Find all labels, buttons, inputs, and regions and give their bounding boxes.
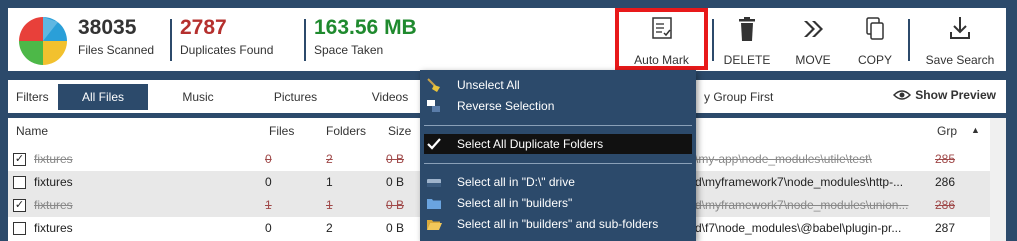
space-taken-stat: 163.56 MB Space Taken — [314, 16, 417, 57]
menu-item-unselect-all[interactable]: Unselect All — [420, 75, 696, 95]
double-chevron-right-icon — [804, 21, 823, 37]
menu-separator — [424, 163, 692, 164]
row-size: 0 B — [386, 198, 405, 212]
menu-item-label: Select all in "D:\" drive — [457, 175, 575, 189]
menu-item-label: Select all in "builders" — [457, 196, 573, 210]
tab-pictures[interactable]: Pictures — [253, 84, 338, 110]
row-checkbox[interactable]: ✓ — [13, 153, 26, 166]
column-header-grp[interactable]: Grp — [937, 124, 957, 138]
row-checkbox[interactable] — [13, 222, 26, 235]
copy-button[interactable]: COPY — [850, 10, 900, 70]
trash-icon — [739, 17, 755, 41]
reverse-selection-icon — [427, 100, 440, 112]
menu-separator — [424, 125, 692, 126]
row-grp: 287 — [935, 221, 956, 235]
copy-label: COPY — [857, 53, 892, 67]
copy-icon — [866, 17, 884, 40]
menu-item-select-all-in-folder-and-subfolders[interactable]: Select all in "builders" and sub-folders — [420, 214, 696, 234]
tab-videos[interactable]: Videos — [358, 84, 422, 110]
row-size: 0 B — [386, 152, 405, 166]
row-grp: 286 — [935, 198, 956, 212]
stats-toolbar: 38035 Files Scanned 2787 Duplicates Foun… — [8, 8, 1006, 71]
row-path: d\f7\node_modules\@babel\plugin-pr... — [695, 221, 902, 235]
row-path: d\myframework7\node_modules\http-... — [695, 175, 904, 189]
menu-item-select-all-duplicate-folders[interactable]: Select All Duplicate Folders — [424, 134, 692, 154]
row-name: fixtures — [34, 198, 73, 212]
menu-item-label: Select all in "builders" and sub-folders — [457, 217, 659, 231]
open-folder-icon — [427, 220, 442, 230]
broom-icon — [427, 78, 440, 92]
menu-item-label: Select All Duplicate Folders — [457, 137, 604, 151]
checklist-icon — [651, 17, 672, 39]
column-header-size[interactable]: Size — [388, 124, 411, 138]
tab-all-files[interactable]: All Files — [58, 84, 148, 110]
duplicates-found-label: Duplicates Found — [180, 43, 274, 57]
row-size: 0 B — [386, 175, 405, 189]
delete-label: DELETE — [723, 53, 771, 67]
column-header-name[interactable]: Name — [16, 124, 48, 138]
row-files: 0 — [265, 175, 272, 189]
auto-mark-menu: Unselect All Reverse Selection Select Al… — [420, 70, 696, 241]
toolbar-divider — [908, 19, 910, 61]
menu-item-select-all-in-folder[interactable]: Select all in "builders" — [420, 193, 696, 213]
row-path: \my-app\node_modules\utile\test\ — [695, 152, 872, 166]
tab-music[interactable]: Music — [158, 84, 238, 110]
space-taken-value: 163.56 MB — [314, 16, 417, 39]
menu-item-label: Unselect All — [457, 78, 520, 92]
row-grp: 286 — [935, 175, 956, 189]
row-files: 0 — [265, 152, 272, 166]
eye-icon — [893, 90, 912, 100]
row-folders: 1 — [326, 175, 333, 189]
drive-icon — [427, 179, 441, 187]
save-search-label: Save Search — [925, 53, 995, 67]
row-folders: 1 — [326, 198, 333, 212]
row-size: 0 B — [386, 221, 405, 235]
row-files: 1 — [265, 198, 272, 212]
duplicates-found-stat: 2787 Duplicates Found — [180, 16, 273, 57]
files-scanned-value: 38035 — [78, 16, 137, 39]
show-preview-label: Show Preview — [915, 88, 996, 102]
column-header-files[interactable]: Files — [269, 124, 294, 138]
row-grp: 285 — [935, 152, 956, 166]
move-button[interactable]: MOVE — [788, 10, 838, 70]
delete-button[interactable]: DELETE — [720, 10, 774, 70]
stat-divider — [304, 19, 306, 61]
app-logo-icon — [19, 17, 67, 65]
filters-label: Filters — [16, 90, 49, 104]
stat-divider — [170, 19, 172, 61]
files-scanned-label: Files Scanned — [78, 43, 155, 57]
row-checkbox[interactable] — [13, 176, 26, 189]
row-name: fixtures — [34, 221, 73, 235]
row-name: fixtures — [34, 152, 73, 166]
move-label: MOVE — [795, 53, 831, 67]
row-folders: 2 — [326, 221, 333, 235]
row-folders: 2 — [326, 152, 333, 166]
space-taken-label: Space Taken — [314, 43, 384, 57]
row-files: 0 — [265, 221, 272, 235]
folder-icon — [427, 199, 441, 209]
download-icon — [950, 17, 970, 39]
auto-mark-button[interactable]: Auto Mark — [619, 10, 704, 70]
show-preview-button[interactable]: Show Preview — [893, 88, 996, 102]
menu-item-select-all-in-drive[interactable]: Select all in "D:\" drive — [420, 172, 696, 192]
duplicates-found-value: 2787 — [180, 16, 227, 39]
row-name: fixtures — [34, 175, 73, 189]
row-checkbox[interactable]: ✓ — [13, 199, 26, 212]
toolbar-divider — [712, 19, 714, 61]
menu-item-reverse-selection[interactable]: Reverse Selection — [420, 96, 696, 116]
checkmark-icon — [427, 138, 441, 150]
files-scanned-stat: 38035 Files Scanned — [78, 16, 154, 57]
app-window: 38035 Files Scanned 2787 Duplicates Foun… — [0, 0, 1017, 241]
sort-ascending-icon: ▲ — [971, 125, 980, 135]
save-search-button[interactable]: Save Search — [920, 10, 1000, 70]
column-header-folders[interactable]: Folders — [326, 124, 366, 138]
auto-mark-label: Auto Mark — [634, 53, 689, 67]
row-path: d\myframework7\node_modules\union... — [695, 198, 909, 212]
group-first-option[interactable]: y Group First — [704, 90, 773, 104]
menu-item-label: Reverse Selection — [457, 99, 555, 113]
vertical-scrollbar[interactable] — [990, 118, 1006, 241]
